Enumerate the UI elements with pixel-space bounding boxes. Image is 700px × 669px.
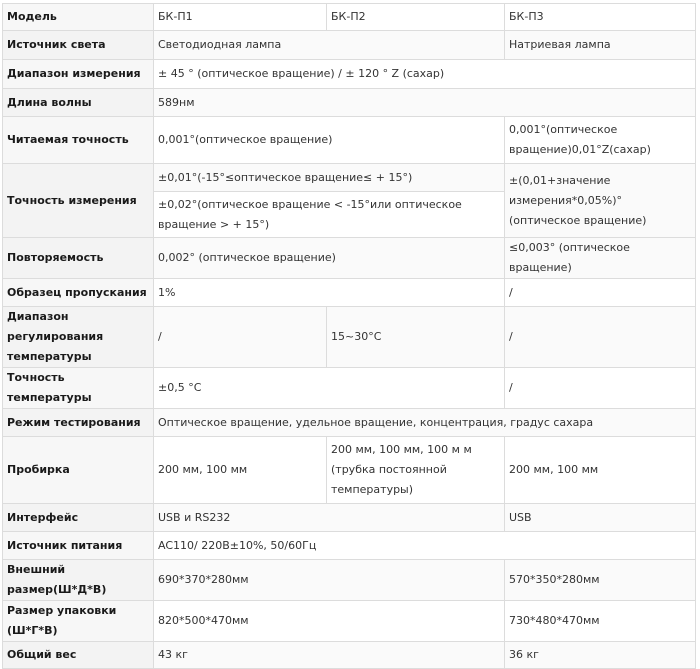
row-weight: Общий вес 43 кг 36 кг <box>2 641 696 669</box>
transmittance-p3: / <box>504 278 696 307</box>
accuracy-p12-b: ±0,02°(оптическое вращение < -15°или опт… <box>153 191 505 238</box>
outer-size-label: Внешний размер(Ш*Д*В) <box>2 559 154 601</box>
package-size-label: Размер упаковки (Ш*Г*В) <box>2 600 154 642</box>
row-package-size: Размер упаковки (Ш*Г*В) 820*500*470мм 73… <box>2 600 696 642</box>
row-readable-accuracy: Читаемая точность 0,001°(оптическое вращ… <box>2 116 696 164</box>
interface-label: Интерфейс <box>2 503 154 532</box>
repeatability-p12: 0,002° (оптическое вращение) <box>153 237 505 279</box>
package-size-p12: 820*500*470мм <box>153 600 505 642</box>
readable-accuracy-label: Читаемая точность <box>2 116 154 164</box>
temp-range-label: Диапазон регулирования температуры <box>2 306 154 368</box>
interface-p3: USB <box>504 503 696 532</box>
model-p3: БК-П3 <box>504 3 696 31</box>
tube-p3: 200 мм, 100 мм <box>504 436 696 504</box>
power-label: Источник питания <box>2 531 154 560</box>
temp-range-p3: / <box>504 306 696 368</box>
row-wavelength: Длина волны 589нм <box>2 88 696 117</box>
row-repeatability: Повторяемость 0,002° (оптическое вращени… <box>2 237 696 279</box>
repeatability-p3: ≤0,003° (оптическое вращение) <box>504 237 696 279</box>
row-temp-accuracy: Точность температуры ±0,5 °C / <box>2 367 696 409</box>
accuracy-p12-a: ±0,01°(-15°≤оптическое вращение≤ + 15°) <box>153 163 505 192</box>
accuracy-label: Точность измерения <box>2 163 154 238</box>
model-p1: БК-П1 <box>153 3 327 31</box>
row-accuracy-a: Точность измерения ±0,01°(-15°≤оптическо… <box>2 163 696 238</box>
package-size-p3: 730*480*470мм <box>504 600 696 642</box>
row-interface: Интерфейс USB и RS232 USB <box>2 503 696 532</box>
temp-range-p1: / <box>153 306 327 368</box>
row-temp-range: Диапазон регулирования температуры / 15~… <box>2 306 696 368</box>
spec-table: Модель БК-П1 БК-П2 БК-П3 Источник света … <box>2 3 696 669</box>
tube-label: Пробирка <box>2 436 154 504</box>
wavelength-value: 589нм <box>153 88 696 117</box>
readable-accuracy-p12: 0,001°(оптическое вращение) <box>153 116 505 164</box>
row-light-source: Источник света Светодиодная лампа Натрие… <box>2 30 696 60</box>
tube-p2: 200 мм, 100 мм, 100 м м (трубка постоянн… <box>326 436 505 504</box>
accuracy-p3: ±(0,01+значение измерения*0,05%)°(оптиче… <box>504 163 696 238</box>
wavelength-label: Длина волны <box>2 88 154 117</box>
model-p2: БК-П2 <box>326 3 505 31</box>
outer-size-p12: 690*370*280мм <box>153 559 505 601</box>
range-label: Диапазон измерения <box>2 59 154 89</box>
row-outer-size: Внешний размер(Ш*Д*В) 690*370*280мм 570*… <box>2 559 696 601</box>
power-value: AC110/ 220В±10%, 50/60Гц <box>153 531 696 560</box>
temp-range-p2: 15~30°C <box>326 306 505 368</box>
tube-p1: 200 мм, 100 мм <box>153 436 327 504</box>
row-range: Диапазон измерения ± 45 ° (оптическое вр… <box>2 59 696 89</box>
model-label: Модель <box>2 3 154 31</box>
row-tube: Пробирка 200 мм, 100 мм 200 мм, 100 мм, … <box>2 436 696 504</box>
repeatability-label: Повторяемость <box>2 237 154 279</box>
row-test-mode: Режим тестирования Оптическое вращение, … <box>2 408 696 437</box>
temp-accuracy-p3: / <box>504 367 696 409</box>
light-source-p12: Светодиодная лампа <box>153 30 505 60</box>
row-transmittance: Образец пропускания 1% / <box>2 278 696 307</box>
temp-accuracy-p12: ±0,5 °C <box>153 367 505 409</box>
transmittance-label: Образец пропускания <box>2 278 154 307</box>
outer-size-p3: 570*350*280мм <box>504 559 696 601</box>
weight-label: Общий вес <box>2 641 154 669</box>
row-model: Модель БК-П1 БК-П2 БК-П3 <box>2 3 696 31</box>
row-power: Источник питания AC110/ 220В±10%, 50/60Г… <box>2 531 696 560</box>
test-mode-label: Режим тестирования <box>2 408 154 437</box>
range-value: ± 45 ° (оптическое вращение) / ± 120 ° Z… <box>153 59 696 89</box>
light-source-p3: Натриевая лампа <box>504 30 696 60</box>
interface-p12: USB и RS232 <box>153 503 505 532</box>
temp-accuracy-label: Точность температуры <box>2 367 154 409</box>
test-mode-value: Оптическое вращение, удельное вращение, … <box>153 408 696 437</box>
readable-accuracy-p3: 0,001°(оптическое вращение)0,01°Z(сахар) <box>504 116 696 164</box>
light-source-label: Источник света <box>2 30 154 60</box>
weight-p3: 36 кг <box>504 641 696 669</box>
weight-p12: 43 кг <box>153 641 505 669</box>
transmittance-p12: 1% <box>153 278 505 307</box>
